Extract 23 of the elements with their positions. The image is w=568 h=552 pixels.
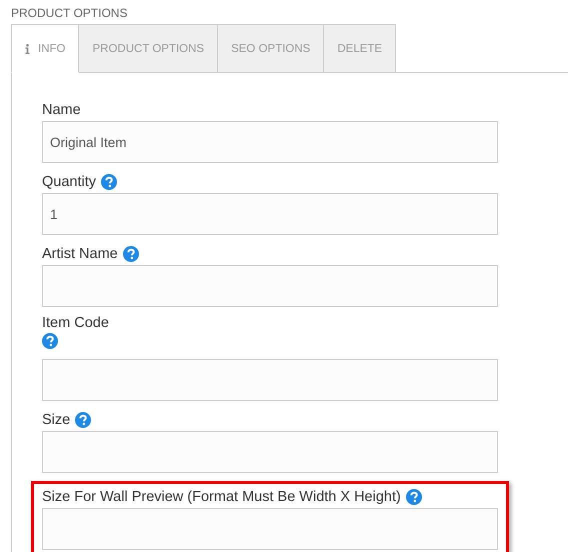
help-icon[interactable] [75,412,92,428]
field-label: Item Code [42,315,109,331]
field-label: Quantity [42,174,96,190]
text-field[interactable]: Original Item [42,121,498,163]
tab[interactable]: DELETE [324,24,396,73]
field-label: Artist Name [42,246,118,262]
text-field[interactable] [42,359,498,401]
field-label: Size [42,412,70,428]
help-icon[interactable] [42,333,58,349]
help-icon[interactable] [101,174,117,190]
text-field[interactable]: 1 [42,193,498,235]
text-field[interactable] [42,265,498,307]
text-field[interactable] [42,508,498,550]
text-field[interactable] [42,431,498,473]
field-label: Size For Wall Preview (Format Must Be Width X Height) [42,489,401,505]
help-icon[interactable] [406,489,422,505]
help-icon[interactable] [122,246,139,262]
info-icon [25,44,30,54]
tab[interactable]: INFO [11,24,80,73]
section-title: PRODUCT OPTIONS [10,5,128,22]
tab[interactable]: SEO OPTIONS [218,24,324,73]
tab[interactable]: PRODUCT OPTIONS [79,24,218,73]
field-label: Name [42,102,81,118]
